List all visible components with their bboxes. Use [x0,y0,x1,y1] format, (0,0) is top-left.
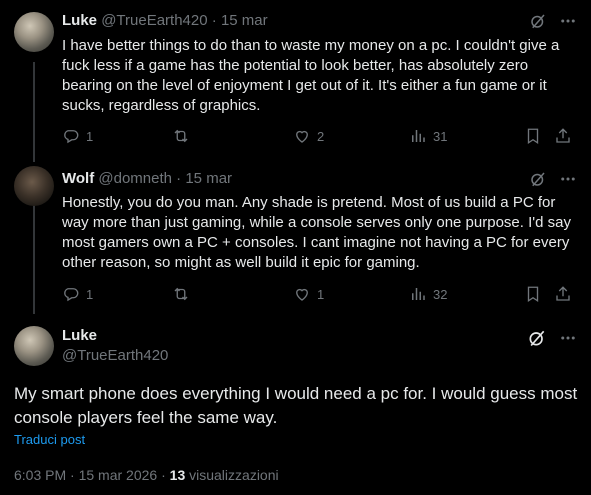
author-name[interactable]: Wolf [62,170,94,187]
grok-icon[interactable] [529,170,547,188]
tweet-text: Honestly, you do you man. Any shade is p… [62,194,571,271]
views-icon [409,127,427,145]
reply-button[interactable]: 1 [62,285,172,303]
share-button[interactable] [554,285,572,303]
grok-icon[interactable] [529,12,547,30]
main-tweet: Luke @TrueEarth420 My smart phone does e… [0,310,591,495]
tweet-date[interactable]: 15 mar [221,12,268,29]
author-name[interactable]: Luke [62,326,168,346]
separator: · [161,467,166,483]
avatar[interactable] [14,166,54,206]
tweet-header: Luke @TrueEarth420 · 15 mar [62,11,268,31]
author-handle[interactable]: @TrueEarth420 [101,12,207,29]
reply-tweet[interactable]: Luke @TrueEarth420 · 15 mar I have bette… [0,0,591,160]
views-count: 31 [433,128,448,144]
bookmark-button[interactable] [524,285,554,303]
author-name[interactable]: Luke [62,12,97,29]
like-button[interactable]: 2 [293,127,409,145]
like-icon [293,127,311,145]
reply-tweet[interactable]: Wolf @domneth · 15 mar Honestly, you do … [0,160,591,310]
separator: · [211,12,217,29]
share-button[interactable] [554,127,572,145]
tweet-text: My smart phone does everything I would n… [14,384,578,427]
views-button[interactable]: 32 [409,285,524,303]
more-icon[interactable] [559,12,577,30]
avatar[interactable] [14,326,54,366]
retweet-button[interactable] [172,127,293,145]
tweet-actions: 1 2 31 [62,126,578,146]
tweet-date[interactable]: 15 mar [185,170,232,187]
retweet-button[interactable] [172,285,293,303]
like-icon [293,285,311,303]
views-icon [409,285,427,303]
reply-button[interactable]: 1 [62,127,172,145]
share-icon [554,285,572,303]
tweet-meta: 6:03 PM · 15 mar 2026 · 13 visualizzazio… [14,467,279,483]
more-icon[interactable] [559,170,577,188]
like-count: 1 [317,286,325,302]
separator: · [70,467,75,483]
more-icon[interactable] [559,329,577,347]
views-label: visualizzazioni [189,467,279,483]
share-icon [554,127,572,145]
like-button[interactable]: 1 [293,285,409,303]
tweet-text: I have better things to do than to waste… [62,37,560,114]
views-count: 32 [433,286,448,302]
bookmark-icon [524,285,542,303]
reply-count: 1 [86,286,94,302]
avatar[interactable] [14,12,54,52]
reply-icon [62,285,80,303]
author-handle[interactable]: @domneth [98,170,172,187]
bookmark-icon [524,127,542,145]
views-button[interactable]: 31 [409,127,524,145]
tweet-header: Luke @TrueEarth420 [62,326,168,366]
like-count: 2 [317,128,325,144]
bookmark-button[interactable] [524,127,554,145]
separator: · [176,170,182,187]
translate-link[interactable]: Traduci post [14,432,85,447]
retweet-icon [172,127,190,145]
grok-icon[interactable] [527,328,547,348]
views-count: 13 [169,467,186,483]
tweet-date[interactable]: 15 mar 2026 [79,467,158,483]
retweet-icon [172,285,190,303]
author-handle[interactable]: @TrueEarth420 [62,346,168,366]
tweet-time[interactable]: 6:03 PM [14,467,66,483]
reply-icon [62,127,80,145]
tweet-actions: 1 1 32 [62,284,578,304]
tweet-header: Wolf @domneth · 15 mar [62,169,232,189]
reply-count: 1 [86,128,94,144]
